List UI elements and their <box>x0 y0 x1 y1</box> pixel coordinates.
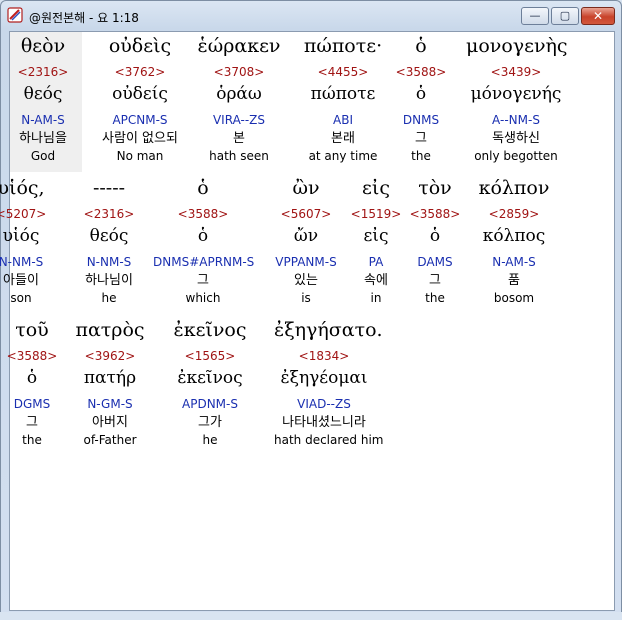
maximize-icon: ▢ <box>559 9 571 22</box>
word-english: only begotten <box>474 149 558 163</box>
word-parse: N-GM-S <box>87 397 133 411</box>
word-korean: 하나님을 <box>19 131 67 146</box>
window-bottom-edge <box>0 612 622 620</box>
word-strong: <1565> <box>184 349 236 363</box>
word-korean: 아버지 <box>92 415 128 430</box>
word-korean: 품 <box>508 273 520 288</box>
word-parse: VIRA--ZS <box>212 113 266 127</box>
word-english: hath seen <box>209 149 269 163</box>
word-strong: <3962> <box>84 349 136 363</box>
app-window: @원전본해 - 요 1:18 — ▢ ✕ θεὸν <2316> θεός N-AM-… <box>0 0 622 620</box>
word-strong: <2316> <box>17 65 69 79</box>
word-greek: ἐξηγήσατο. <box>274 319 383 341</box>
word-greek: μονογενὴς <box>466 35 568 57</box>
word-strong: <3588> <box>395 65 447 79</box>
word-english: hath declared him <box>274 433 384 447</box>
word-lemma: θεός <box>89 226 129 246</box>
window-title: @원전본해 - 요 1:18 <box>29 11 139 25</box>
word-cell[interactable]: κόλπον <2859> κόλπος N-AM-S 품 bosom <box>464 174 564 306</box>
word-korean: 사람이 없으되 <box>102 131 178 146</box>
word-cell[interactable]: ἐξηγήσατο. <1834> ἐξηγέομαι VIAD--ZS 나타내셨느니라… <box>274 316 384 448</box>
word-strong: <2316> <box>83 207 135 221</box>
word-greek: οὐδεὶς <box>108 35 172 57</box>
word-cell[interactable]: ὁ <3588> ὁ DNMS 그 the <box>371 32 471 164</box>
word-lemma: μόνογενής <box>470 84 562 104</box>
word-strong: <3762> <box>114 65 166 79</box>
word-cell[interactable]: πατρὸς <3962> πατήρ N-GM-S 아버지 of-Father <box>60 316 160 448</box>
word-korean: 본 <box>233 131 245 146</box>
word-english: God <box>30 149 56 163</box>
word-lemma: ὁ <box>415 84 427 104</box>
close-button[interactable]: ✕ <box>581 7 615 25</box>
word-lemma: ὁ <box>197 226 209 246</box>
word-greek: ὁ <box>415 35 427 57</box>
word-english: bosom <box>493 291 535 305</box>
word-cell[interactable]: ὁ <3588> ὁ DNMS#APRNM-S 그 which <box>153 174 255 306</box>
word-cell[interactable]: οὐδεὶς <3762> οὐδείς APCNM-S 사람이 없으되 No man <box>90 32 190 164</box>
word-cell[interactable]: θεὸν <2316> θεός N-AM-S 하나님을 God <box>0 32 93 164</box>
word-parse: APDNM-S <box>182 397 238 411</box>
word-parse: DNMS#APRNM-S <box>153 255 255 269</box>
word-parse: DNMS <box>402 113 440 127</box>
word-strong: <1834> <box>298 349 350 363</box>
word-parse: A--NM-S <box>492 113 540 127</box>
word-cell[interactable]: ἑώρακεν <3708> ὁράω VIRA--ZS 본 hath seen <box>189 32 289 164</box>
word-greek: ὁ <box>197 177 209 199</box>
word-lemma: θεός <box>23 84 63 104</box>
word-parse: APCNM-S <box>112 113 168 127</box>
minimize-icon: — <box>529 9 541 22</box>
word-greek: ἐκεῖνος <box>173 319 247 341</box>
word-korean: 그 <box>415 131 427 146</box>
word-cell[interactable]: μονογενὴς <3439> μόνογενής A--NM-S 독생하신 only … <box>466 32 568 164</box>
interlinear-panel[interactable]: θεὸν <2316> θεός N-AM-S 하나님을 God οὐδεὶς <3762> ο… <box>0 31 615 611</box>
word-english: No man <box>116 149 164 163</box>
word-cell[interactable]: ἐκεῖνος <1565> ἐκεῖνος APDNM-S 그가 he <box>160 316 260 448</box>
word-english: which <box>185 291 221 305</box>
word-parse: N-AM-S <box>21 113 65 127</box>
word-greek: ----- <box>92 177 126 199</box>
word-english: of-Father <box>83 433 137 447</box>
word-greek: πατρὸς <box>75 319 145 341</box>
word-greek: κόλπον <box>478 177 550 199</box>
word-cell[interactable]: ----- <2316> θεός N-NM-S 하나님이 he <box>59 174 159 306</box>
word-parse: VIAD--ZS <box>297 397 351 411</box>
word-lemma: πατήρ <box>83 368 137 388</box>
word-korean: 그 <box>197 273 209 288</box>
word-lemma: ὁράω <box>216 84 262 104</box>
word-parse: N-NM-S <box>86 255 132 269</box>
word-strong: <3708> <box>213 65 265 79</box>
word-korean: 독생하신 <box>492 131 540 146</box>
word-greek: ἑώρακεν <box>197 35 281 57</box>
title-bar[interactable]: @원전본해 - 요 1:18 — ▢ ✕ <box>1 1 621 31</box>
word-lemma: οὐδείς <box>112 84 168 104</box>
word-greek: θεὸν <box>20 35 66 57</box>
minimize-button[interactable]: — <box>521 7 549 25</box>
word-lemma: κόλπος <box>482 226 546 246</box>
word-strong: <2859> <box>488 207 540 221</box>
word-strong: <3588> <box>177 207 229 221</box>
word-korean: 하나님이 <box>85 273 133 288</box>
word-korean: 나타내셨느니라 <box>282 415 366 430</box>
word-lemma: ἐξηγέομαι <box>280 368 368 388</box>
word-korean: 그가 <box>198 415 222 430</box>
word-strong: <3439> <box>490 65 542 79</box>
word-english: he <box>202 433 218 447</box>
word-english: he <box>101 291 117 305</box>
word-parse: N-AM-S <box>492 255 536 269</box>
app-logo-icon <box>7 7 23 23</box>
close-icon: ✕ <box>592 9 604 23</box>
word-english: the <box>411 149 431 163</box>
word-lemma: ἐκεῖνος <box>177 368 243 388</box>
maximize-button[interactable]: ▢ <box>551 7 579 25</box>
